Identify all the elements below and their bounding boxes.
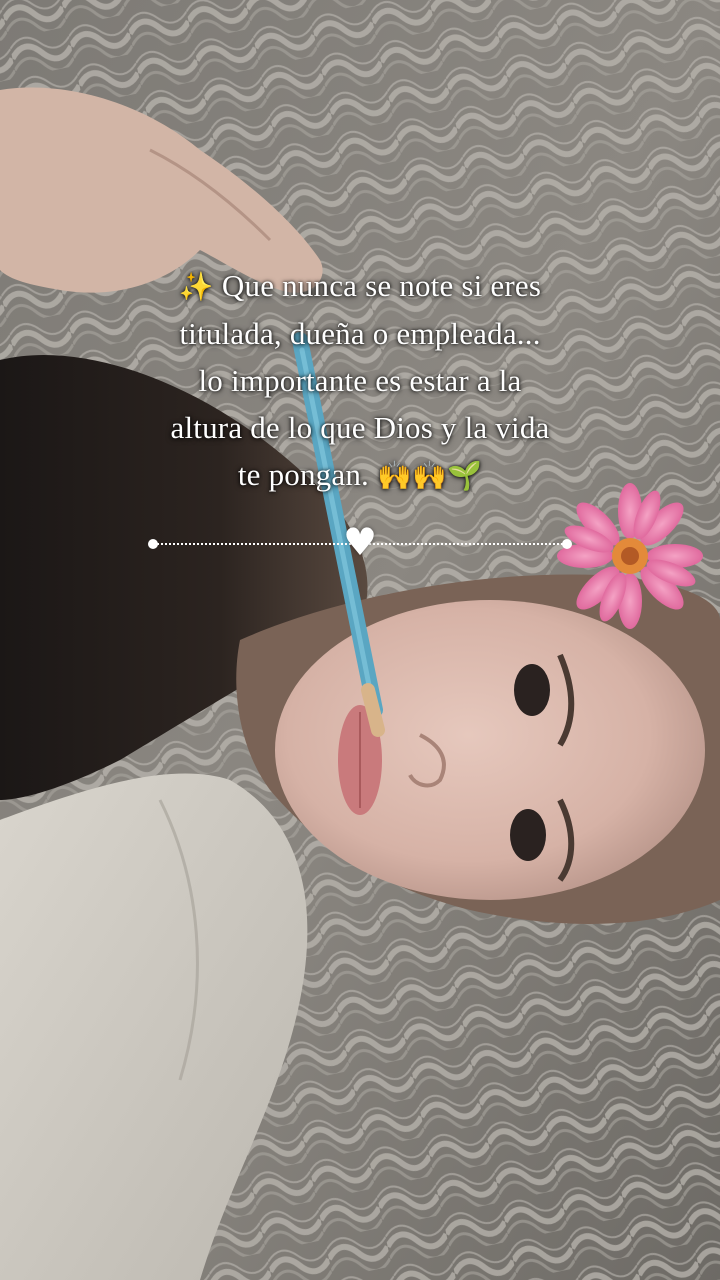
flower-decoration — [557, 483, 703, 629]
dotted-divider: ♥ — [148, 522, 572, 562]
divider-dot-left — [148, 539, 158, 549]
seedling-icon: 🌱 — [447, 459, 483, 492]
divider-dot-right — [562, 539, 572, 549]
heart-icon: ♥ — [342, 520, 378, 564]
quote-line-3: lo importante es estar a la — [198, 363, 522, 398]
background-photo — [0, 0, 720, 1280]
quote-line-1-text: Que nunca se note si eres — [221, 268, 542, 303]
raised-hands-icon: 🙌🙌 — [376, 459, 448, 492]
quote-line-5-text: te pongan. — [237, 457, 369, 492]
quote-line-5: te pongan. 🙌🙌🌱 — [120, 451, 600, 499]
quote-line-2: titulada, dueña o empleada... — [179, 316, 541, 351]
sparkles-icon: ✨ — [178, 270, 214, 303]
quote-text: ✨ Que nunca se note si eres titulada, du… — [120, 262, 600, 499]
quote-line-4: altura de lo que Dios y la vida — [170, 410, 550, 445]
quote-line-1: ✨ Que nunca se note si eres — [120, 262, 600, 310]
story-frame: ✨ Que nunca se note si eres titulada, du… — [0, 0, 720, 1280]
